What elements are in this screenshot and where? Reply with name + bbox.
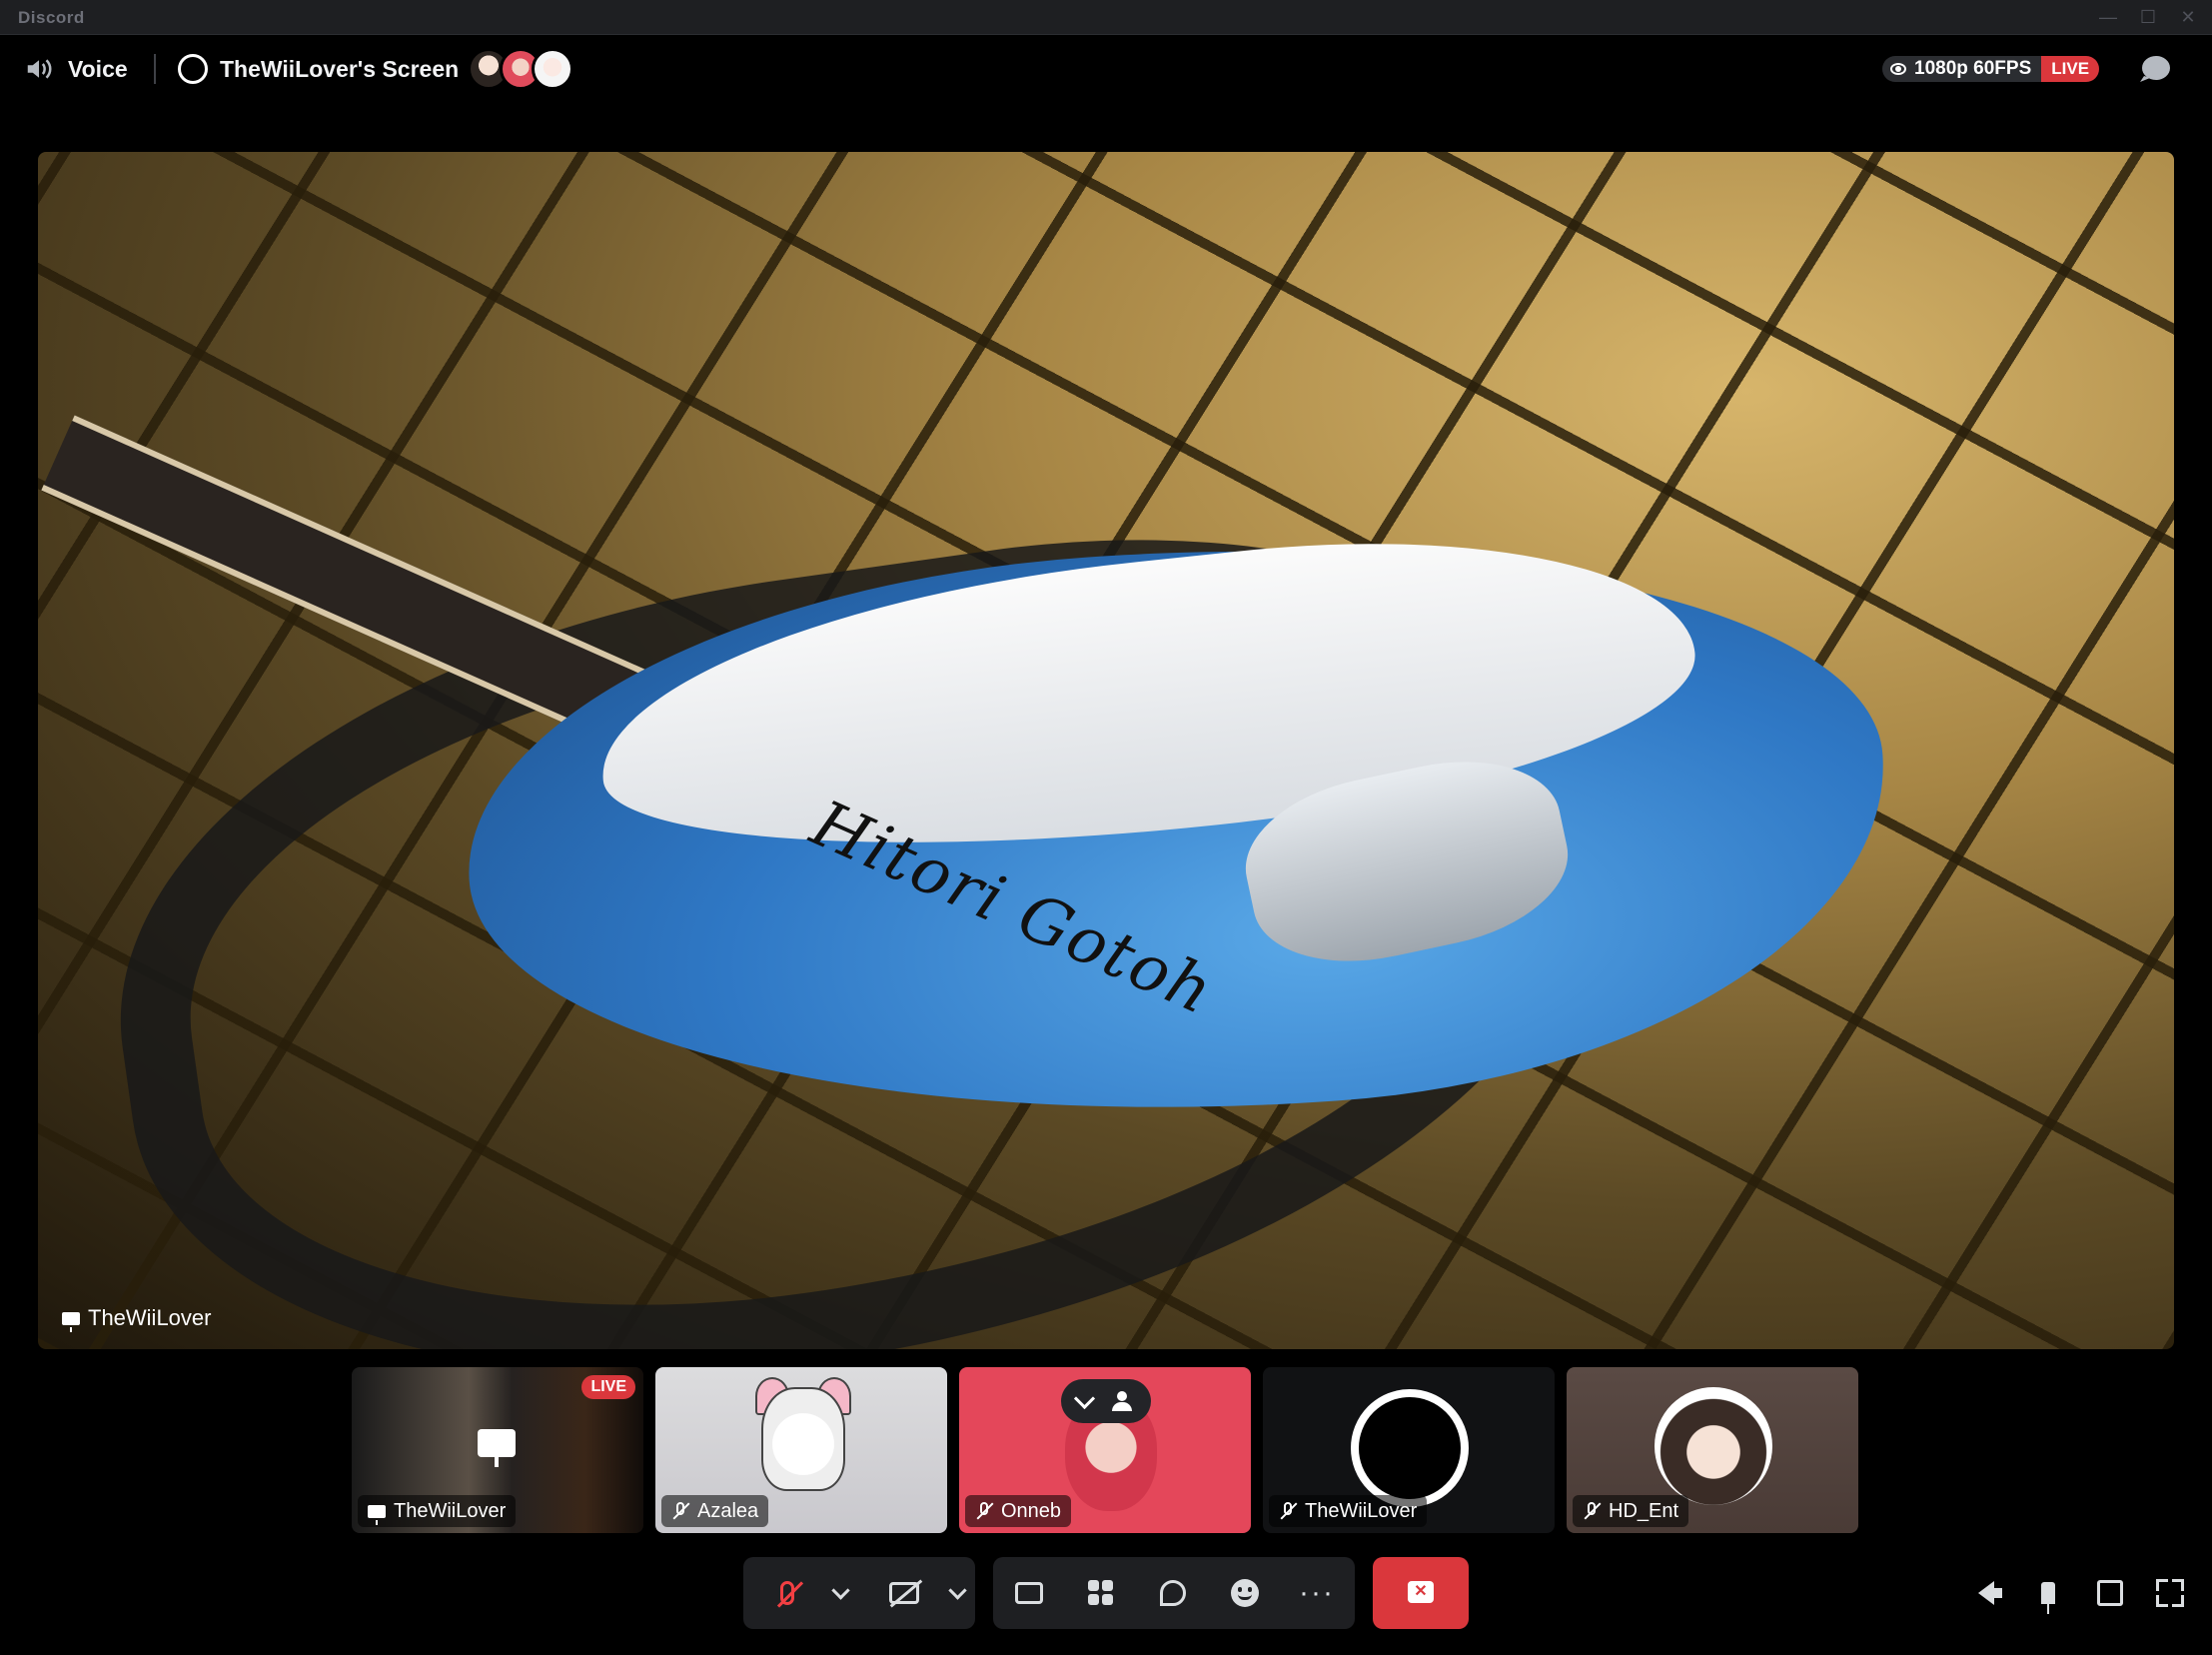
activities-button[interactable] [1065, 1557, 1137, 1629]
camera-options-button[interactable] [939, 1557, 975, 1629]
app-name: Discord [18, 8, 85, 27]
live-badge: LIVE [2041, 56, 2100, 82]
participant-name: HD_Ent [1609, 1499, 1679, 1522]
screen-share-icon [1015, 1582, 1043, 1604]
maximize-button[interactable]: ☐ [2128, 4, 2168, 30]
participant-name-chip: HD_Ent [1573, 1495, 1689, 1527]
header-divider [154, 54, 156, 84]
eye-icon [1890, 63, 1906, 75]
screen-title-group: TheWiiLover's Screen [178, 50, 459, 88]
camera-off-icon [888, 1582, 919, 1604]
screen-share-icon [478, 1429, 516, 1467]
participant-name: TheWiiLover [394, 1499, 507, 1522]
chevron-down-icon [830, 1580, 850, 1600]
share-screen-button[interactable] [993, 1557, 1065, 1629]
soundboard-icon [1160, 1580, 1186, 1606]
pin-button[interactable] [2030, 1575, 2066, 1614]
soundboard-button[interactable] [1137, 1557, 1209, 1629]
emoji-button[interactable] [1209, 1557, 1281, 1629]
mic-muted-icon [779, 1581, 794, 1605]
mic-muted-icon [671, 1502, 689, 1520]
participant-name-chip: TheWiiLover [1269, 1495, 1428, 1527]
stream-volume-button[interactable] [1968, 1575, 2004, 1611]
monitor-icon [62, 1311, 80, 1332]
quality-label: 1080p 60FPS [1914, 58, 2032, 79]
people-icon[interactable] [1109, 1391, 1135, 1411]
disconnect-icon [1408, 1581, 1434, 1603]
streamer-avatar [178, 54, 208, 84]
fullscreen-button[interactable] [2152, 1575, 2188, 1611]
avatar [761, 1387, 845, 1491]
minimize-button[interactable]: — [2088, 4, 2128, 30]
viewer-avatar [532, 48, 573, 90]
stream-owner-name: TheWiiLover [88, 1305, 212, 1330]
mic-muted-icon [1279, 1502, 1297, 1520]
camera-button[interactable] [868, 1557, 939, 1629]
mic-options-button[interactable] [822, 1557, 858, 1629]
pin-icon [2041, 1582, 2055, 1614]
chevron-down-icon[interactable] [1074, 1387, 1096, 1409]
tile-options-pill[interactable] [1061, 1379, 1151, 1423]
participant-name: Onneb [1001, 1499, 1062, 1522]
participant-name-chip: Azalea [661, 1495, 769, 1527]
participant-name-chip: TheWiiLover [358, 1495, 517, 1527]
activity-controls: ··· [993, 1557, 1355, 1629]
more-options-button[interactable]: ··· [1281, 1557, 1353, 1629]
participant-tile-hd-ent[interactable]: HD_Ent [1567, 1367, 1858, 1533]
speaker-icon [27, 59, 52, 79]
emoji-icon [1231, 1579, 1259, 1607]
volume-icon [1978, 1581, 2002, 1605]
viewer-avatars[interactable] [468, 48, 573, 90]
close-window-button[interactable]: ✕ [2168, 4, 2208, 30]
chat-button[interactable] [2138, 54, 2172, 84]
ellipsis-icon: ··· [1299, 1576, 1335, 1609]
mute-mic-button[interactable] [751, 1557, 822, 1629]
participant-name-chip: Onneb [965, 1495, 1072, 1527]
avatar [1351, 1389, 1469, 1507]
quality-badge: 1080p 60FPS [1882, 56, 2042, 82]
participant-name: Azalea [697, 1499, 759, 1522]
chevron-down-icon [947, 1580, 967, 1600]
avatar [1655, 1387, 1772, 1505]
mic-muted-icon [1583, 1502, 1601, 1520]
participant-tile-thewiilover[interactable]: TheWiiLover [1263, 1367, 1555, 1533]
monitor-icon [368, 1504, 386, 1525]
participant-tile-azalea[interactable]: Azalea [655, 1367, 947, 1533]
pop-out-button[interactable] [2092, 1575, 2128, 1611]
participant-tile-onneb[interactable]: Onneb [959, 1367, 1251, 1533]
participant-tile-stream[interactable]: LIVE TheWiiLover [352, 1367, 643, 1533]
screen-title: TheWiiLover's Screen [220, 55, 460, 82]
fullscreen-icon [2156, 1579, 2184, 1607]
participant-name: TheWiiLover [1305, 1499, 1418, 1522]
audio-video-controls [743, 1557, 975, 1629]
leave-call-button[interactable] [1373, 1557, 1469, 1629]
voice-label: Voice [68, 55, 128, 82]
voice-channel[interactable]: Voice [24, 52, 128, 86]
chat-bubble-icon [2140, 56, 2170, 82]
title-bar: Discord — ☐ ✕ [0, 0, 2212, 35]
stream-owner-label: TheWiiLover [62, 1305, 212, 1332]
main-stream-view[interactable]: Hitori Gotoh [38, 152, 2174, 1349]
mic-muted-icon [975, 1502, 993, 1520]
call-header: Voice TheWiiLover's Screen 1080p 60FPS L… [0, 34, 2212, 104]
pop-out-icon [2097, 1580, 2123, 1606]
activities-icon [1088, 1580, 1114, 1606]
tile-live-badge: LIVE [581, 1375, 635, 1399]
stream-quality: 1080p 60FPS LIVE [1882, 54, 2100, 84]
